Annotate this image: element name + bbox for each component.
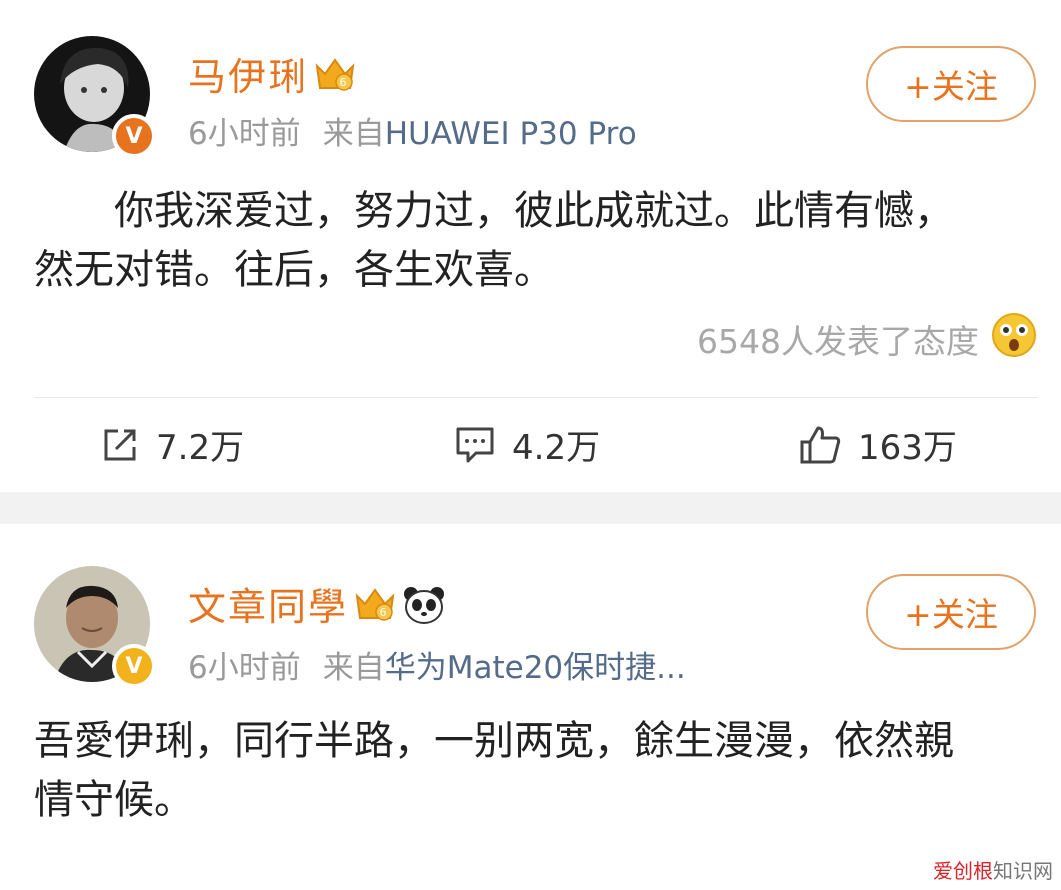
post-text: 你我深爱过，努力过，彼此成就过。此情有憾， 然无对错。往后，各生欢喜。 — [34, 182, 1034, 300]
svg-text:6: 6 — [380, 606, 389, 619]
username[interactable]: 马伊琍 6 — [188, 46, 356, 103]
share-icon — [104, 429, 136, 460]
svg-text:6: 6 — [340, 76, 349, 89]
comment-count: 4.2万 — [512, 428, 601, 468]
follow-button[interactable]: +关注 — [866, 46, 1036, 122]
action-bar: 7.2万 4.2万 163万 — [0, 420, 1061, 470]
verified-badge-icon: V — [112, 114, 156, 158]
weibo-post-2: V 文章同學 6 6小时前 来自华为Mate20保时捷... +关注 吾愛伊琍，同… — [0, 524, 1061, 890]
crown-icon: 6 — [354, 586, 396, 633]
share-button[interactable]: 7.2万 — [100, 420, 244, 469]
post-text-line: 你我深爱过，努力过，彼此成就过。此情有憾， — [114, 188, 954, 234]
watermark-brand: 爱创根 — [933, 859, 993, 883]
post-meta: 6小时前 来自华为Mate20保时捷... — [188, 642, 686, 687]
like-button[interactable]: 163万 — [798, 420, 957, 469]
panda-icon — [402, 585, 446, 634]
avatar[interactable]: V — [34, 566, 156, 688]
username-text: 文章同學 — [188, 585, 349, 629]
post-text-line: 然无对错。往后，各生欢喜。 — [34, 247, 554, 293]
username-text: 马伊琍 — [188, 55, 309, 99]
reactions-summary[interactable]: 6548人发表了态度 — [697, 312, 1037, 366]
crown-icon: 6 — [314, 56, 356, 103]
watermark-suffix: 知识网 — [993, 859, 1053, 883]
like-count: 163万 — [858, 428, 957, 468]
from-label: 来自 — [322, 650, 385, 686]
post-text: 吾愛伊琍，同行半路，一别两宽，餘生漫漫，依然親 情守候。 — [34, 712, 1034, 830]
watermark: 爱创根知识网 — [933, 855, 1053, 884]
post-source[interactable]: 华为Mate20保时捷... — [385, 650, 686, 686]
post-separator — [0, 492, 1061, 524]
post-text-line: 吾愛伊琍，同行半路，一别两宽，餘生漫漫，依然親 — [34, 718, 954, 764]
divider — [34, 397, 1037, 398]
reactions-text: 6548人发表了态度 — [697, 322, 979, 361]
avatar[interactable]: V — [34, 36, 156, 158]
from-label: 来自 — [322, 116, 385, 152]
post-time: 6小时前 — [188, 650, 301, 686]
post-text-line: 情守候。 — [34, 777, 194, 823]
comment-icon — [456, 427, 494, 462]
surprised-emoji-icon — [991, 312, 1037, 366]
username[interactable]: 文章同學 6 — [188, 576, 446, 634]
comment-button[interactable]: 4.2万 — [454, 420, 600, 469]
post-meta: 6小时前 来自HUAWEI P30 Pro — [188, 108, 637, 153]
post-source[interactable]: HUAWEI P30 Pro — [385, 116, 637, 152]
follow-button[interactable]: +关注 — [866, 574, 1036, 650]
share-count: 7.2万 — [156, 428, 245, 468]
weibo-post-1: V 马伊琍 6 6小时前 来自HUAWEI P30 Pro +关注 你我深爱过，努… — [0, 0, 1061, 492]
post-time: 6小时前 — [188, 116, 301, 152]
like-icon — [800, 426, 841, 463]
verified-badge-icon: V — [112, 644, 156, 688]
